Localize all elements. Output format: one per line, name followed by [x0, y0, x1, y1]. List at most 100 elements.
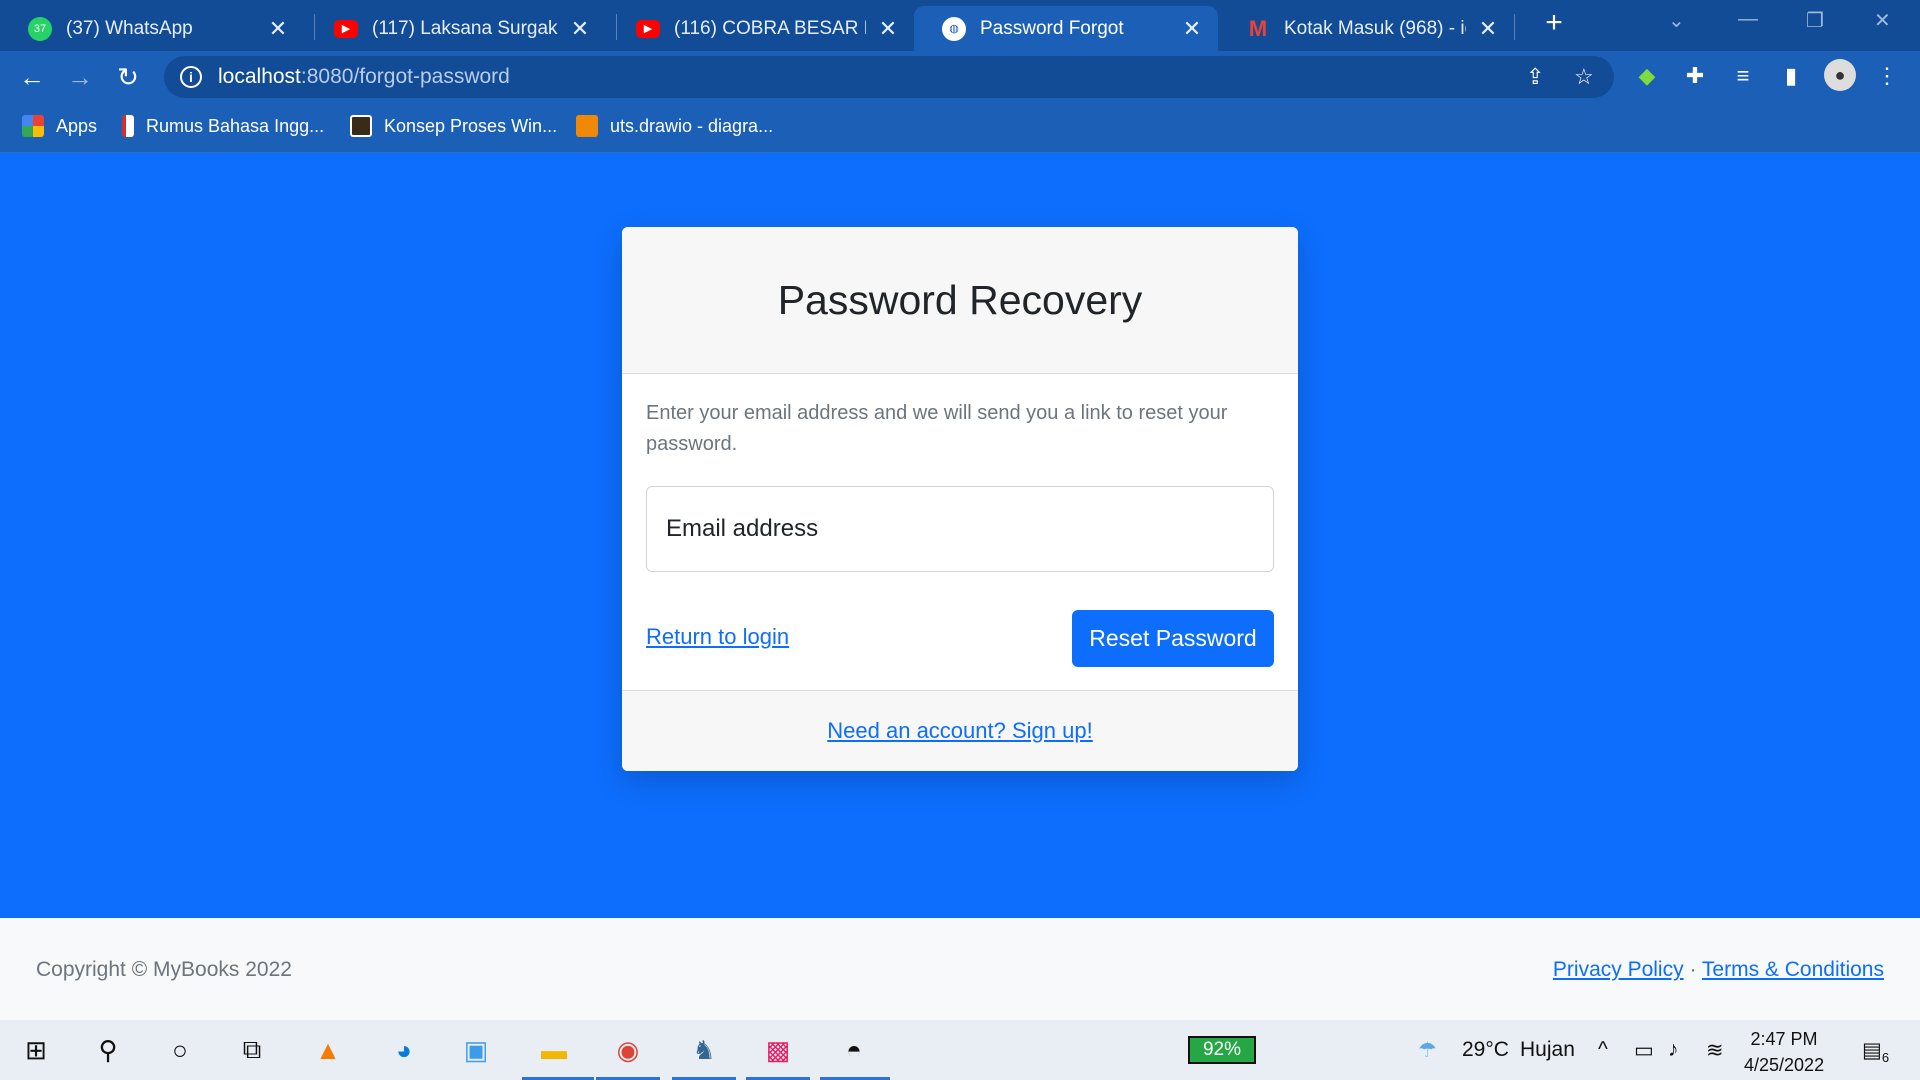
notification-icon[interactable]: ▤6 [1862, 1038, 1889, 1065]
url-path: :8080/forgot-password [300, 65, 510, 88]
bookmark-apps[interactable]: Apps [22, 115, 97, 137]
cortana-icon[interactable]: ○ [160, 1030, 200, 1070]
close-tab-icon[interactable]: ✕ [568, 16, 592, 42]
tab-whatsapp[interactable]: 37 (37) WhatsApp ✕ [0, 6, 304, 51]
wifi-icon[interactable]: ≋ [1706, 1038, 1724, 1063]
tab-search-icon[interactable]: ⌄ [1668, 8, 1685, 33]
new-tab-button[interactable]: + [1534, 6, 1574, 40]
youtube-icon: ▶ [636, 19, 660, 38]
tab-youtube-1[interactable]: ▶ (117) Laksana Surgaku - D ✕ [306, 6, 606, 51]
globe-icon: ◍ [942, 16, 966, 41]
browser-toolbar: ← → ↻ i localhost:8080/forgot-password ⇪… [0, 51, 1920, 103]
battery-icon[interactable]: ▭ [1634, 1038, 1654, 1063]
start-windows-icon[interactable]: ⊞ [16, 1030, 56, 1070]
whatsapp-icon: 37 [28, 16, 52, 41]
system-clock[interactable]: 2:47 PM 4/25/2022 [1744, 1026, 1824, 1078]
close-tab-icon[interactable]: ✕ [266, 16, 290, 42]
page-footer: Copyright © MyBooks 2022 Privacy Policy … [0, 918, 1920, 1020]
edge-icon[interactable]: ◕ [384, 1030, 424, 1070]
tab-separator [1514, 14, 1515, 40]
search-icon[interactable]: ⚲ [88, 1030, 128, 1070]
close-tab-icon[interactable]: ✕ [1180, 16, 1204, 42]
task-view-icon[interactable]: ⧉ [232, 1030, 272, 1070]
notification-count: 6 [1881, 1050, 1890, 1066]
weather-desc[interactable]: Hujan [1520, 1038, 1575, 1062]
clock-time: 2:47 PM [1750, 1029, 1818, 1049]
email-field[interactable]: Email address [646, 486, 1274, 572]
weather-icon[interactable]: ☂ [1418, 1038, 1437, 1063]
share-icon[interactable]: ⇪ [1526, 64, 1544, 90]
copyright-text: Copyright © MyBooks 2022 [36, 958, 292, 981]
media-queue-icon[interactable]: ≡ [1728, 63, 1758, 89]
vlc-icon[interactable]: ▲ [308, 1030, 348, 1070]
side-panel-icon[interactable]: ▮ [1776, 63, 1806, 89]
bookmark-label: Rumus Bahasa Ingg... [146, 115, 325, 136]
drawio-icon [576, 115, 598, 137]
url-text: localhost:8080/forgot-password [218, 65, 510, 89]
profile-avatar[interactable]: ● [1824, 59, 1856, 91]
minimize-button[interactable]: — [1738, 8, 1758, 31]
close-tab-icon[interactable]: ✕ [1476, 16, 1500, 42]
close-tab-icon[interactable]: ✕ [876, 16, 900, 42]
site-info-icon[interactable]: i [180, 66, 202, 88]
page-title: Password Recovery [777, 276, 1143, 323]
file-explorer-icon[interactable]: ▬ [534, 1030, 574, 1070]
back-button[interactable]: ← [16, 61, 48, 93]
bookmark-drawio[interactable]: uts.drawio - diagra... [576, 115, 773, 137]
tab-title: Password Forgot [980, 17, 1124, 39]
bookmark-label: Apps [56, 115, 98, 136]
instructions-text: Enter your email address and we will sen… [646, 402, 1228, 455]
menu-kebab-icon[interactable]: ⋮ [1872, 63, 1902, 89]
restore-button[interactable]: ❐ [1806, 8, 1824, 33]
bookmark-flag-icon [122, 115, 134, 137]
reload-button[interactable]: ↻ [112, 61, 144, 93]
privacy-policy-link[interactable]: Privacy Policy [1553, 958, 1684, 981]
close-window-button[interactable]: ✕ [1874, 8, 1891, 33]
forward-button[interactable]: → [64, 61, 96, 93]
windows-taskbar: ⊞ ⚲ ○ ⧉ ▲ ◕ ▣ ▬ ◉ ♞ ▩ ◓ 92% ☂ 29°C Hujan… [0, 1020, 1920, 1080]
footer-links: Privacy Policy · Terms & Conditions [1553, 958, 1884, 982]
bookmark-rumus[interactable]: Rumus Bahasa Ingg... [122, 115, 324, 137]
bookmark-label: uts.drawio - diagra... [610, 115, 774, 136]
feed-icon [350, 115, 372, 137]
address-bar[interactable]: i localhost:8080/forgot-password ⇪ ☆ [164, 56, 1614, 98]
footer-separator: · [1689, 958, 1697, 981]
weather-temp[interactable]: 29°C [1462, 1038, 1509, 1062]
card-header: Password Recovery [622, 227, 1298, 374]
browser-tab-bar: 37 (37) WhatsApp ✕ ▶ (117) Laksana Surga… [0, 0, 1920, 51]
gmail-icon: M [1248, 15, 1268, 41]
tab-title: (116) COBRA BESAR DI D/ [674, 17, 866, 39]
password-recovery-card: Password Recovery Enter your email addre… [622, 227, 1298, 771]
apps-grid-icon [22, 115, 44, 137]
bookmark-star-icon[interactable]: ☆ [1574, 64, 1594, 90]
battery-indicator[interactable]: 92% [1188, 1036, 1256, 1064]
tab-gmail[interactable]: M Kotak Masuk (968) - ighn ✕ [1218, 6, 1514, 51]
tab-title: (37) WhatsApp [66, 17, 193, 39]
youtube-icon: ▶ [334, 19, 358, 38]
tab-password-forgot[interactable]: ◍ Password Forgot ✕ [914, 6, 1218, 51]
reset-password-button[interactable]: Reset Password [1072, 610, 1274, 667]
tab-title: (117) Laksana Surgaku - D [372, 17, 558, 39]
signup-link[interactable]: Need an account? Sign up! [827, 718, 1092, 744]
bookmark-konsep[interactable]: Konsep Proses Win... [350, 115, 557, 137]
chrome-icon[interactable]: ◉ [608, 1030, 648, 1070]
extensions-puzzle-icon[interactable]: ✚ [1680, 63, 1710, 89]
bookmark-label: Konsep Proses Win... [384, 115, 558, 136]
card-body: Enter your email address and we will sen… [622, 374, 1298, 692]
chevron-up-icon[interactable]: ^ [1598, 1038, 1608, 1062]
media-player-icon[interactable]: ▣ [456, 1030, 496, 1070]
email-placeholder: Email address [666, 515, 819, 542]
tab-youtube-2[interactable]: ▶ (116) COBRA BESAR DI D/ ✕ [608, 6, 914, 51]
app-icon[interactable]: ◓ [834, 1030, 874, 1070]
tab-title: Kotak Masuk (968) - ighn [1284, 17, 1466, 39]
postgresql-icon[interactable]: ♞ [684, 1030, 724, 1070]
terms-link[interactable]: Terms & Conditions [1702, 958, 1884, 981]
intellij-icon[interactable]: ▩ [758, 1030, 798, 1070]
clock-date: 4/25/2022 [1744, 1055, 1825, 1075]
extension-icon[interactable]: ◆ [1632, 63, 1662, 89]
return-to-login-link[interactable]: Return to login [646, 624, 789, 650]
bookmarks-bar: Apps Rumus Bahasa Ingg... Konsep Proses … [0, 103, 1920, 153]
volume-icon[interactable]: ♪ [1668, 1038, 1679, 1062]
url-host: localhost [218, 65, 301, 88]
card-footer: Need an account? Sign up! [622, 690, 1298, 771]
